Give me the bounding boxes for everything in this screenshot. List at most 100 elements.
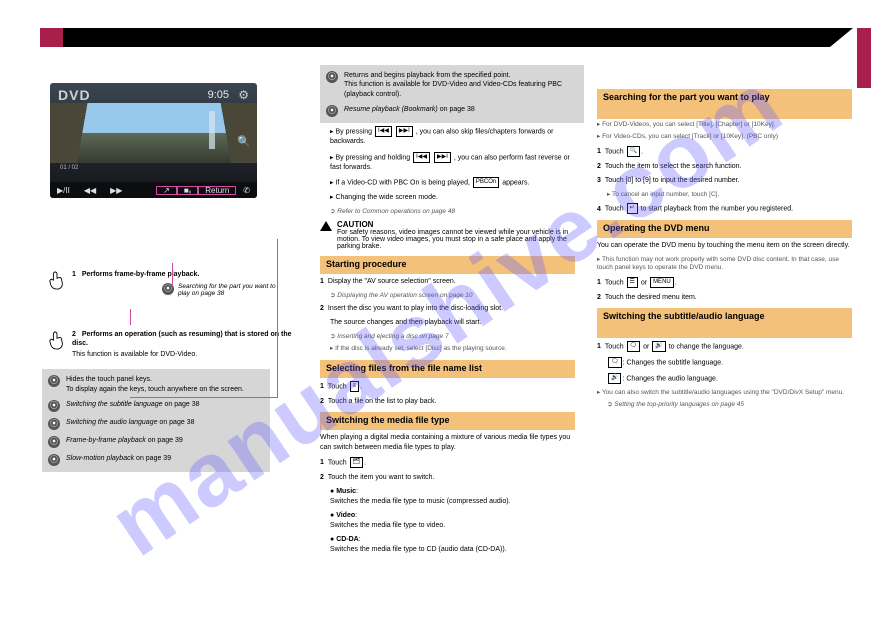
subtitle-key-icon: 🗨 <box>627 341 641 352</box>
play-pause-button[interactable]: ▶/II <box>50 186 77 195</box>
skip-note: ▸ By pressing I◀◀ ▶▶I , you can also ski… <box>330 126 575 146</box>
audio-key-icon: 🔊 <box>608 373 621 384</box>
link-callout: ⦿ Searching for the part you want to pla… <box>162 283 288 297</box>
info-row-text: Returns and begins playback from the spe… <box>344 71 578 99</box>
audio-key-icon: 🔊 <box>652 341 665 352</box>
ref: ➲ Setting the top-priority languages on … <box>607 401 852 409</box>
media-note: ▸ Changing the wide screen mode. <box>330 193 575 202</box>
dvd-source-label: DVD <box>58 87 91 103</box>
menu-key-icon: MENU <box>650 277 674 288</box>
column-3: Searching for the part you want to play … <box>597 65 852 414</box>
step: 4Touch ↵ to start playback from the numb… <box>597 203 852 214</box>
rewind-button[interactable]: ◀◀ <box>77 186 103 195</box>
caution-title: CAUTION <box>337 220 575 229</box>
link-icon: ⦿ <box>48 454 60 466</box>
step-sub: The source changes and then playback wil… <box>330 318 575 327</box>
step: 1Touch 🔍. <box>597 146 852 157</box>
step: 1Touch ≡. <box>320 381 575 392</box>
step: 1Display the "AV source selection" scree… <box>320 277 575 286</box>
callout-2: 2 Performs an operation (such as resumin… <box>48 330 297 359</box>
side-tab <box>857 28 871 88</box>
step: 2Touch the item to select the search fun… <box>597 162 852 171</box>
info-box-col1: ⦿ Hides the touch panel keys. To display… <box>42 369 270 472</box>
trick-play-button[interactable]: ↗ <box>156 186 177 195</box>
note: ▸ For DVD-Videos, you can select [Title]… <box>597 121 852 129</box>
note: ▸ You can also switch the subtitle/audio… <box>597 389 852 397</box>
next-track-icon: ▶▶I <box>434 152 451 163</box>
stop-button[interactable]: ■ₓ <box>177 186 198 195</box>
dvd-clock: 9:05 <box>208 89 229 101</box>
caution-block: CAUTION For safety reasons, video images… <box>320 220 575 250</box>
info-row-text: Frame-by-frame playback on page 39 <box>66 436 264 445</box>
column-2: ⦿ Returns and begins playback from the s… <box>320 65 575 559</box>
heading-subtitle-audio: Switching the subtitle/audio language <box>597 308 852 338</box>
step-ref: ➲ Inserting and ejecting a disc on page … <box>330 333 575 341</box>
link-caption: Searching for the part you want to play … <box>178 283 288 297</box>
search-icon: 🔍 <box>237 135 251 148</box>
note: ▸ For Video-CDs, you can select [Track] … <box>597 133 852 141</box>
step: 3Touch [0] to [9] to input the desired n… <box>597 176 852 185</box>
callout-2-text: 2 Performs an operation (such as resumin… <box>72 330 297 359</box>
dvd-screenshot: DVD 9:05 ⚙ 🔍 01 / 02 ▶/II ◀◀ ▶▶ ↗ ■ₓ Ret… <box>50 83 257 198</box>
next-track-icon: ▶▶I <box>396 126 413 137</box>
section-body: You can operate the DVD menu by touching… <box>597 241 852 250</box>
section-body: When playing a digital media containing … <box>320 433 575 452</box>
option-audio: 🔊: Changes the audio language. <box>607 373 852 384</box>
callout-1-text: 1 Performs frame-by-frame playback. <box>72 270 199 279</box>
dvd-track-info: 01 / 02 <box>60 165 78 171</box>
leader-line <box>130 309 131 325</box>
return-button[interactable]: Return <box>198 186 236 195</box>
heading-selecting-files: Selecting files from the file name list <box>320 360 575 378</box>
link-icon: ⦿ <box>48 375 60 387</box>
header-bar <box>40 28 853 47</box>
step-note: ▸ To cancel an input number, touch [C]. <box>607 191 852 199</box>
step: 2Touch the desired menu item. <box>597 293 852 302</box>
media-ref: ➲ Refer to Common operations on page 48 <box>330 208 575 216</box>
heading-starting-procedure: Starting procedure <box>320 256 575 274</box>
step: 1Touch 🗨 or 🔊 to change the language. <box>597 341 852 352</box>
info-row-text: Resume playback (Bookmark) on page 38 <box>344 105 578 114</box>
prev-track-icon: I◀◀ <box>413 152 430 163</box>
leader-line <box>172 263 173 285</box>
subtitle-key-icon: 🗨 <box>608 357 622 368</box>
column-1: DVD 9:05 ⚙ 🔍 01 / 02 ▶/II ◀◀ ▶▶ ↗ ■ₓ Ret… <box>42 65 297 472</box>
page: manualshive.com DVD 9:05 ⚙ 🔍 01 / 02 ▶/I… <box>0 0 893 629</box>
info-box-col2-top: ⦿ Returns and begins playback from the s… <box>320 65 584 123</box>
note: ▸ This function may not work properly wi… <box>597 256 852 273</box>
heading-dvd-menu: Operating the DVD menu <box>597 220 852 238</box>
option-music: ● Music:Switches the media file type to … <box>330 487 575 506</box>
heading-switching-media: Switching the media file type <box>320 412 575 430</box>
option-video: ● Video:Switches the media file type to … <box>330 511 575 530</box>
link-icon: ⦿ <box>326 105 338 117</box>
prev-track-icon: I◀◀ <box>375 126 392 137</box>
link-icon: ⦿ <box>326 71 338 83</box>
link-icon: ⦿ <box>48 400 60 412</box>
link-icon: ⦿ <box>48 418 60 430</box>
caution-body: For safety reasons, video images cannot … <box>337 229 575 250</box>
media-key-icon: 🗂 <box>350 457 364 468</box>
step: 2Touch a file on the list to play back. <box>320 397 575 406</box>
touch-icon <box>48 330 66 352</box>
phone-button[interactable]: ✆ <box>236 186 257 195</box>
header-accent <box>40 28 63 47</box>
link-icon: ⦿ <box>48 436 60 448</box>
pbc-on-key: PBCOn <box>473 177 499 188</box>
step: 1Touch ☰ or MENU. <box>597 277 852 288</box>
search-key-icon: 🔍 <box>627 146 640 157</box>
option-subtitle: 🗨: Changes the subtitle language. <box>607 357 852 368</box>
leader-line <box>277 239 278 397</box>
gear-icon: ⚙ <box>238 88 249 102</box>
dvd-scenery-left <box>50 103 102 163</box>
top-menu-key-icon: ☰ <box>627 277 638 288</box>
pbc-note: ▸ If a Video-CD with PBC On is being pla… <box>330 177 575 188</box>
dvd-control-bar: ▶/II ◀◀ ▶▶ ↗ ■ₓ Return ✆ <box>50 182 257 198</box>
header-notch <box>830 28 853 47</box>
step: 1Touch 🗂. <box>320 457 575 468</box>
list-key-icon: ≡ <box>350 381 360 392</box>
info-row-text: Switching the subtitle language on page … <box>66 400 264 409</box>
forward-button[interactable]: ▶▶ <box>103 186 129 195</box>
info-row-text: Slow-motion playback on page 39 <box>66 454 264 463</box>
warning-icon <box>320 221 332 231</box>
step-ref: ➲ Displaying the AV operation screen on … <box>330 292 575 300</box>
leader-line <box>130 397 278 398</box>
